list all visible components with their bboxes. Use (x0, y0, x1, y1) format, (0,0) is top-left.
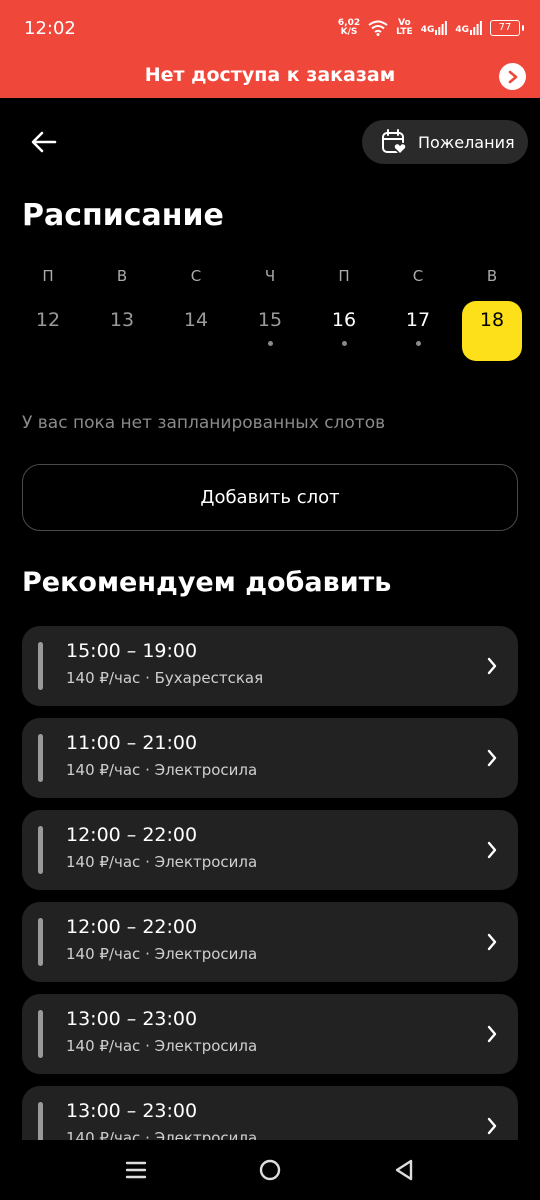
day-18[interactable]: В 18 (455, 260, 529, 370)
day-number: 15 (257, 309, 283, 331)
slot-time: 11:00 – 21:00 (66, 732, 198, 754)
recommend-title: Рекомендуем добавить (22, 567, 392, 598)
slot-accent-bar (38, 1102, 43, 1140)
wishes-label: Пожелания (418, 132, 515, 152)
slot-time: 13:00 – 23:00 (66, 1008, 198, 1030)
slot-accent-bar (38, 642, 43, 690)
page-title: Расписание (22, 198, 224, 233)
back-button[interactable] (26, 124, 62, 160)
slot-details: 140 ₽/час · Электросила (66, 1129, 258, 1140)
battery-icon: 77 (490, 20, 524, 36)
wifi-icon (368, 20, 388, 36)
signal-2: 4G (455, 21, 482, 35)
home-circle-icon[interactable] (254, 1154, 286, 1186)
chevron-right-icon (487, 1025, 497, 1043)
empty-slots-note: У вас пока нет запланированных слотов (22, 413, 386, 433)
day-letter: В (486, 267, 498, 285)
calendar-heart-icon (382, 129, 407, 156)
slot-time: 13:00 – 23:00 (66, 1100, 198, 1122)
signal-icon (470, 21, 482, 35)
signal-1: 4G (421, 21, 448, 35)
day-letter: П (42, 267, 54, 285)
week-strip: П 12 В 13 С 14 Ч 15 П 16 С 17 В 18 (11, 260, 529, 370)
day-14[interactable]: С 14 (159, 260, 233, 370)
slot-card[interactable]: 12:00 – 22:00 140 ₽/час · Электросила (22, 902, 518, 982)
recommended-slots-list: 15:00 – 19:00 140 ₽/час · Бухарестская 11:… (22, 626, 518, 1140)
day-letter: В (116, 267, 128, 285)
day-13[interactable]: В 13 (85, 260, 159, 370)
day-12[interactable]: П 12 (11, 260, 85, 370)
slot-card[interactable]: 11:00 – 21:00 140 ₽/час · Электросила (22, 718, 518, 798)
day-letter: Ч (264, 267, 276, 285)
banner-text: Нет доступа к заказам (144, 64, 396, 86)
day-dot-indicator (268, 341, 273, 346)
volte-badge: Vo LTE (396, 18, 413, 37)
day-number: 16 (331, 309, 357, 331)
slot-accent-bar (38, 1010, 43, 1058)
wishes-button[interactable]: Пожелания (362, 120, 528, 164)
slot-card[interactable]: 15:00 – 19:00 140 ₽/час · Бухарестская (22, 626, 518, 706)
chevron-right-icon (487, 841, 497, 859)
signal-icon (435, 21, 448, 35)
slot-time: 12:00 – 22:00 (66, 916, 198, 938)
day-number: 14 (183, 309, 209, 331)
slot-details: 140 ₽/час · Бухарестская (66, 669, 264, 687)
status-bar: 12:02 6,02 K/S Vo LTE 4G 4G 77 (0, 0, 540, 56)
slot-card[interactable]: 12:00 – 22:00 140 ₽/час · Электросила (22, 810, 518, 890)
arrow-left-icon (31, 131, 57, 153)
day-letter: С (190, 267, 202, 285)
menu-icon[interactable] (120, 1154, 152, 1186)
slot-details: 140 ₽/час · Электросила (66, 761, 258, 779)
no-access-banner[interactable]: Нет доступа к заказам (0, 56, 540, 98)
slot-details: 140 ₽/час · Электросила (66, 945, 258, 963)
day-letter: П (338, 267, 350, 285)
day-16[interactable]: П 16 (307, 260, 381, 370)
day-number: 13 (109, 309, 135, 331)
slot-details: 140 ₽/час · Электросила (66, 853, 258, 871)
system-nav-bar (0, 1140, 540, 1200)
chevron-right-icon (487, 1117, 497, 1135)
chevron-right-icon (487, 933, 497, 951)
day-number: 12 (35, 309, 61, 331)
slot-accent-bar (38, 826, 43, 874)
slot-card[interactable]: 13:00 – 23:00 140 ₽/час · Электросила (22, 994, 518, 1074)
day-dot-indicator (416, 341, 421, 346)
slot-accent-bar (38, 734, 43, 782)
add-slot-button[interactable]: Добавить слот (22, 464, 518, 531)
slot-details: 140 ₽/час · Электросила (66, 1037, 258, 1055)
day-17[interactable]: С 17 (381, 260, 455, 370)
slot-accent-bar (38, 918, 43, 966)
slot-card[interactable]: 13:00 – 23:00 140 ₽/час · Электросила (22, 1086, 518, 1140)
day-number: 17 (405, 309, 431, 331)
slot-time: 12:00 – 22:00 (66, 824, 198, 846)
day-dot-indicator (342, 341, 347, 346)
day-15[interactable]: Ч 15 (233, 260, 307, 370)
back-triangle-icon[interactable] (388, 1154, 420, 1186)
network-speed: 6,02 K/S (337, 18, 361, 37)
chevron-right-icon (487, 657, 497, 675)
day-number: 18 (479, 309, 505, 331)
status-time: 12:02 (24, 18, 76, 39)
slot-time: 15:00 – 19:00 (66, 640, 198, 662)
chevron-right-icon[interactable] (499, 63, 526, 90)
day-letter: С (412, 267, 424, 285)
chevron-right-icon (487, 749, 497, 767)
status-icons: 6,02 K/S Vo LTE 4G 4G 77 (337, 14, 524, 42)
